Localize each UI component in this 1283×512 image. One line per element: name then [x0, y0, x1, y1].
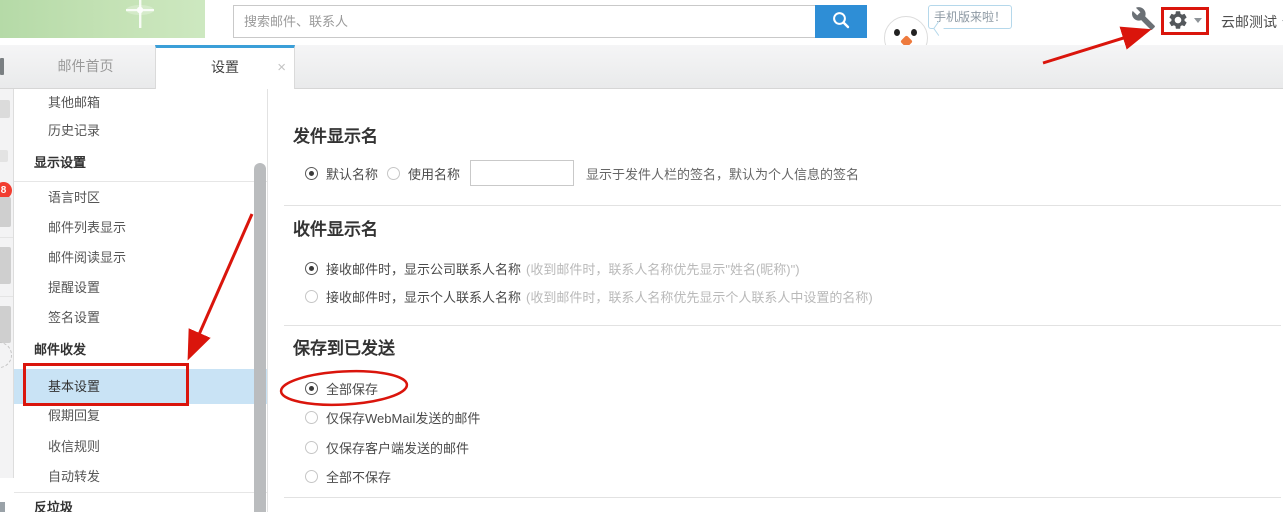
sidebar-scrollbar[interactable] [254, 163, 266, 512]
wrench-button[interactable] [1131, 6, 1156, 36]
mascot-eye [894, 29, 900, 36]
option-save-all[interactable]: 全部保存 [305, 375, 378, 401]
settings-gear-button[interactable] [1167, 9, 1189, 36]
radio-off-icon[interactable] [305, 470, 318, 483]
promo-bubble-label: 手机版来啦！ [934, 10, 1006, 24]
option-personal-contact-name[interactable]: 接收邮件时，显示个人联系人名称 (收到邮件时，联系人名称优先显示个人联系人中设置… [305, 283, 873, 309]
mascot-eye [911, 29, 917, 36]
option-default-name[interactable]: 默认名称 [305, 160, 378, 186]
background-fragments: 8 [0, 89, 14, 478]
sidebar-item-history[interactable]: 历史记录 [14, 117, 267, 144]
settings-sidebar: 其他邮箱 历史记录 显示设置 语言时区 邮件列表显示 邮件阅读显示 提醒设置 签… [14, 89, 268, 512]
user-menu-label: 云邮测试 [1221, 14, 1277, 30]
section-title-sender-display-name: 发件显示名 [293, 122, 378, 147]
gear-icon [1167, 9, 1189, 31]
radio-off-icon[interactable] [305, 441, 318, 454]
webmail-app: 手机版来啦！ 云邮测试 邮件首页 设置 × 8 [0, 0, 1283, 512]
option-label: 仅保存WebMail发送的邮件 [326, 408, 480, 427]
sidebar-item-reminder-settings[interactable]: 提醒设置 [14, 274, 267, 301]
sparkle-icon [110, 0, 170, 44]
sidebar-divider [14, 181, 267, 182]
tab-settings[interactable]: 设置 × [155, 45, 295, 89]
radio-on-icon[interactable] [305, 167, 318, 180]
option-label: 仅保存客户端发送的邮件 [326, 438, 469, 457]
fragment-divider [0, 237, 13, 238]
input-note: 显示于发件人栏的签名，默认为个人信息的签名 [586, 164, 859, 183]
option-save-none[interactable]: 全部不保存 [305, 463, 391, 489]
sidebar-item-signature-settings[interactable]: 签名设置 [14, 304, 267, 331]
tab-mail-home[interactable]: 邮件首页 [16, 45, 156, 88]
search-input[interactable] [233, 5, 825, 38]
radio-off-icon[interactable] [387, 167, 400, 180]
option-label: 使用名称 [408, 164, 460, 183]
option-custom-name[interactable]: 使用名称 显示于发件人栏的签名，默认为个人信息的签名 [387, 160, 859, 186]
fragment-divider [0, 296, 13, 297]
sidebar-item-basic-settings[interactable]: 基本设置 [14, 369, 267, 404]
search-icon [830, 9, 852, 31]
radio-off-icon[interactable] [305, 290, 318, 303]
dashed-circle-fragment [0, 342, 12, 368]
sidebar-divider [14, 492, 267, 493]
wrench-icon [1131, 6, 1156, 31]
fragment-icon [0, 100, 10, 118]
sidebar-item-receive-rules[interactable]: 收信规则 [14, 433, 267, 460]
option-label: 接收邮件时，显示公司联系人名称 [326, 259, 521, 278]
topbar: 手机版来啦！ 云邮测试 [0, 0, 1283, 45]
sidebar-item-other-mailbox[interactable]: 其他邮箱 [14, 89, 267, 116]
option-label: 接收邮件时，显示个人联系人名称 [326, 287, 521, 306]
option-note: (收到邮件时，联系人名称优先显示个人联系人中设置的名称) [526, 287, 873, 306]
sidebar-item-mail-list-display[interactable]: 邮件列表显示 [14, 214, 267, 241]
fragment-icon [0, 247, 11, 284]
promo-bubble[interactable]: 手机版来啦！ [928, 5, 1012, 29]
radio-off-icon[interactable] [305, 411, 318, 424]
sidebar-group-display-settings: 显示设置 [14, 149, 267, 176]
section-divider [284, 497, 1281, 498]
sidebar-item-auto-forward[interactable]: 自动转发 [14, 463, 267, 490]
sidebar-item-mail-read-display[interactable]: 邮件阅读显示 [14, 244, 267, 271]
option-label: 默认名称 [326, 164, 378, 183]
sidebar-group-anti-spam: 反垃圾 [14, 494, 267, 512]
option-note: (收到邮件时，联系人名称优先显示"姓名(昵称)") [526, 259, 800, 278]
close-icon[interactable]: × [277, 48, 286, 87]
radio-on-icon[interactable] [305, 262, 318, 275]
tabbar: 邮件首页 设置 × [0, 45, 1283, 89]
chevron-down-icon [1194, 18, 1202, 23]
fragment-icon [0, 502, 5, 512]
brand-banner [0, 0, 205, 38]
option-label: 全部不保存 [326, 467, 391, 486]
sidebar-item-vacation-reply[interactable]: 假期回复 [14, 402, 267, 429]
radio-on-icon[interactable] [305, 382, 318, 395]
section-divider [284, 325, 1281, 326]
sidebar-item-language-timezone[interactable]: 语言时区 [14, 184, 267, 211]
section-divider [284, 205, 1281, 206]
fragment-icon [0, 197, 11, 227]
left-tab-fragment [0, 58, 4, 75]
fragment-icon [0, 306, 11, 343]
fragment-icon [0, 150, 8, 162]
option-company-contact-name[interactable]: 接收邮件时，显示公司联系人名称 (收到邮件时，联系人名称优先显示"姓名(昵称)"… [305, 255, 800, 281]
section-title-recipient-display-name: 收件显示名 [293, 215, 378, 240]
user-menu[interactable]: 云邮测试 [1221, 12, 1283, 32]
custom-name-input[interactable] [470, 160, 574, 186]
section-title-save-to-sent: 保存到已发送 [293, 334, 395, 359]
option-save-webmail-only[interactable]: 仅保存WebMail发送的邮件 [305, 404, 480, 430]
option-label: 全部保存 [326, 379, 378, 398]
search-button[interactable] [815, 5, 867, 38]
sidebar-group-mail-send-receive: 邮件收发 [14, 336, 267, 363]
tab-settings-label: 设置 [211, 59, 239, 75]
option-save-client-only[interactable]: 仅保存客户端发送的邮件 [305, 434, 469, 460]
